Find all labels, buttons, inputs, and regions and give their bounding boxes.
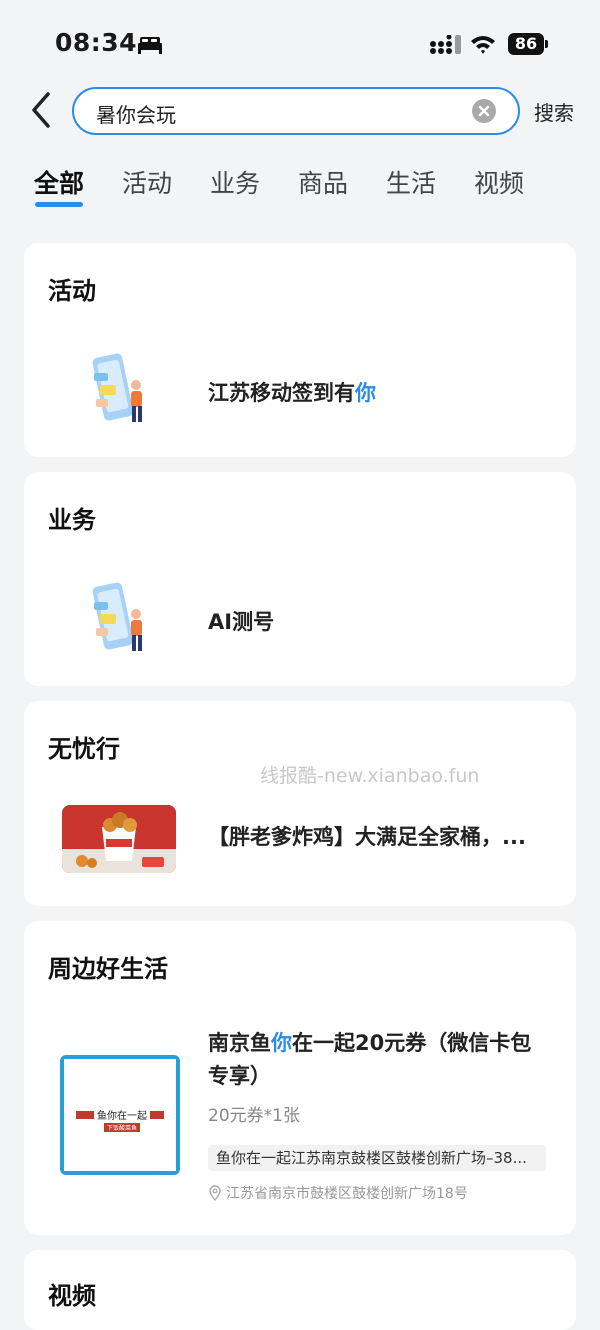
business-section: 业务 AI测号 xyxy=(24,472,576,686)
status-bar: 08:34 86 xyxy=(0,0,600,90)
store-logo-image[interactable]: 鱼你在一起 下饭酸菜鱼 xyxy=(60,1055,180,1175)
section-title: 周边好生活 xyxy=(48,955,168,983)
search-query-text: 暑你会玩 xyxy=(96,103,176,127)
worry-free-item-title[interactable]: 【胖老爹炸鸡】大满足全家桶，... xyxy=(208,821,526,851)
section-title: 业务 xyxy=(48,506,96,534)
tab-business[interactable]: 业务 xyxy=(210,164,260,200)
logo-text: 鱼你在一起 xyxy=(97,1109,147,1122)
phone-person-illustration xyxy=(92,353,142,422)
wifi-icon xyxy=(471,36,495,54)
search-input[interactable]: 暑你会玩 xyxy=(72,87,520,135)
phone-person-illustration xyxy=(92,582,142,651)
store-address: 鱼你在一起江苏南京鼓楼区鼓楼创新广场–38... xyxy=(208,1145,546,1171)
location-pin-icon xyxy=(209,1185,221,1201)
active-tab-indicator xyxy=(35,202,83,207)
cellular-signal-icon xyxy=(430,35,461,54)
location-text: 江苏省南京市鼓楼区鼓楼创新广场18号 xyxy=(226,1186,468,1202)
battery-indicator: 86 xyxy=(508,33,544,55)
tab-activity[interactable]: 活动 xyxy=(122,164,172,200)
coupon-title[interactable]: 南京鱼你在一起20元券（微信卡包专享） xyxy=(208,1027,548,1093)
tab-all[interactable]: 全部 xyxy=(34,164,84,200)
tab-products[interactable]: 商品 xyxy=(298,164,348,200)
watermark-text: 线报酷-new.xianbao.fun xyxy=(260,765,480,787)
business-item-title[interactable]: AI测号 xyxy=(208,606,274,636)
back-button[interactable] xyxy=(26,90,58,130)
search-button[interactable]: 搜索 xyxy=(534,97,574,126)
activity-title-highlight: 你 xyxy=(355,381,376,405)
sleep-mode-icon xyxy=(138,37,162,54)
logo-subtext: 下饭酸菜鱼 xyxy=(107,1124,137,1132)
activity-title-text: 江苏移动签到有 xyxy=(208,381,355,405)
battery-tip xyxy=(545,40,548,48)
worry-free-section: 无忧行 线报酷-new.xianbao.fun 【胖老爹炸鸡】大满足全家桶，..… xyxy=(24,701,576,906)
status-time: 08:34 xyxy=(55,28,138,57)
section-title: 视频 xyxy=(48,1282,96,1310)
section-title: 活动 xyxy=(48,277,96,305)
fried-chicken-image[interactable] xyxy=(62,805,176,873)
clear-icon[interactable] xyxy=(472,99,496,123)
tab-video[interactable]: 视频 xyxy=(474,164,524,200)
coupon-title-highlight: 你 xyxy=(271,1031,292,1055)
activity-item-title[interactable]: 江苏移动签到有你 xyxy=(208,377,376,407)
coupon-title-text: 南京鱼 xyxy=(208,1031,271,1055)
activity-section: 活动 江苏移动签到有你 xyxy=(24,243,576,457)
tab-life[interactable]: 生活 xyxy=(386,164,436,200)
video-section: 视频 xyxy=(24,1250,576,1330)
coupon-quantity: 20元券*1张 xyxy=(208,1106,300,1126)
category-tabs: 全部 活动 业务 商品 生活 视频 xyxy=(0,160,600,210)
section-title: 无忧行 xyxy=(48,735,120,763)
life-section: 周边好生活 鱼你在一起 下饭酸菜鱼 南京鱼你在一起20元券（微信卡包专享） 20… xyxy=(24,921,576,1235)
